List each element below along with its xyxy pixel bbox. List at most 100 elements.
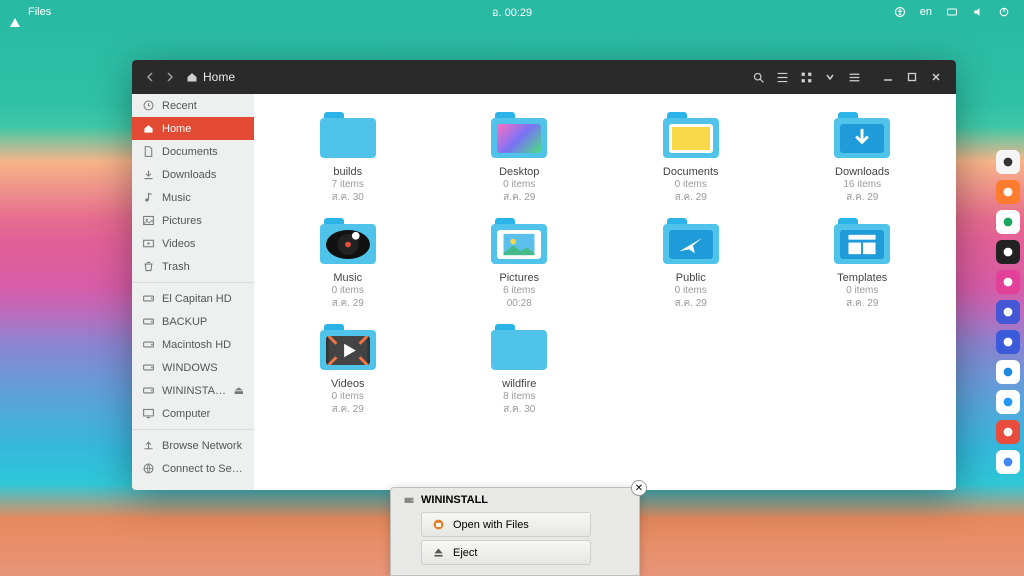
sidebar-item-pictures[interactable]: Pictures bbox=[132, 209, 254, 232]
keyboard-lang[interactable]: en bbox=[920, 6, 932, 18]
power-icon[interactable] bbox=[998, 6, 1010, 18]
eject-button[interactable]: Eject bbox=[421, 540, 591, 565]
drive-icon bbox=[142, 361, 155, 374]
sidebar-item-windows[interactable]: WINDOWS bbox=[132, 356, 254, 379]
folder-wildfire[interactable]: wildfire8 itemsส.ค. 30 bbox=[446, 324, 594, 416]
folder-meta: 0 items bbox=[332, 284, 364, 297]
sidebar-item-computer[interactable]: Computer bbox=[132, 402, 254, 425]
sidebar-item-label: Pictures bbox=[162, 215, 202, 227]
minimize-button[interactable] bbox=[877, 66, 899, 88]
sidebar-item-backup[interactable]: BACKUP bbox=[132, 310, 254, 333]
content-area[interactable]: builds7 itemsส.ค. 30Desktop0 itemsส.ค. 2… bbox=[254, 94, 956, 490]
dock-app-0[interactable] bbox=[996, 150, 1020, 174]
app-label[interactable]: Files bbox=[28, 6, 51, 18]
popup-close-button[interactable]: ✕ bbox=[631, 480, 647, 496]
folder-pictures[interactable]: Pictures6 items00:28 bbox=[446, 218, 594, 310]
video-icon bbox=[142, 237, 155, 250]
open-with-files-button[interactable]: Open with Files bbox=[421, 512, 591, 537]
folder-desktop[interactable]: Desktop0 itemsส.ค. 29 bbox=[446, 112, 594, 204]
activities-icon[interactable] bbox=[10, 6, 20, 18]
view-list-button[interactable] bbox=[771, 66, 793, 88]
dock bbox=[996, 150, 1020, 474]
sidebar-item-connect-to-server[interactable]: Connect to Server bbox=[132, 457, 254, 480]
music-icon bbox=[142, 191, 155, 204]
sidebar-item-trash[interactable]: Trash bbox=[132, 255, 254, 278]
sidebar-item-recent[interactable]: Recent bbox=[132, 94, 254, 117]
dock-app-9[interactable] bbox=[996, 420, 1020, 444]
sidebar-item-label: Music bbox=[162, 192, 191, 204]
view-grid-button[interactable] bbox=[795, 66, 817, 88]
sidebar-item-music[interactable]: Music bbox=[132, 186, 254, 209]
network-icon[interactable] bbox=[946, 6, 958, 18]
folder-name: Desktop bbox=[499, 166, 539, 178]
folder-name: Pictures bbox=[499, 272, 539, 284]
folder-templates[interactable]: Templates0 itemsส.ค. 29 bbox=[789, 218, 937, 310]
folder-name: Documents bbox=[663, 166, 719, 178]
folder-videos[interactable]: Videos0 itemsส.ค. 29 bbox=[274, 324, 422, 416]
folder-music[interactable]: Music0 itemsส.ค. 29 bbox=[274, 218, 422, 310]
mount-popup: ✕ WININSTALL Open with Files Eject bbox=[390, 487, 640, 576]
folder-meta: 16 items bbox=[843, 178, 881, 191]
dock-app-2[interactable] bbox=[996, 210, 1020, 234]
folder-meta: 0 items bbox=[675, 178, 707, 191]
folder-date: ส.ค. 29 bbox=[332, 403, 364, 416]
sidebar-item-label: Trash bbox=[162, 261, 190, 273]
dock-app-3[interactable] bbox=[996, 240, 1020, 264]
sidebar-item-downloads[interactable]: Downloads bbox=[132, 163, 254, 186]
folder-name: builds bbox=[333, 166, 362, 178]
sidebar-item-macintosh-hd[interactable]: Macintosh HD bbox=[132, 333, 254, 356]
volume-icon[interactable] bbox=[972, 6, 984, 18]
folder-name: Downloads bbox=[835, 166, 889, 178]
folder-name: Templates bbox=[837, 272, 887, 284]
folder-icon bbox=[491, 112, 547, 158]
home-icon bbox=[142, 122, 155, 135]
open-label: Open with Files bbox=[453, 519, 529, 531]
sidebar-item-wininstall[interactable]: WININSTALL⏏ bbox=[132, 379, 254, 402]
dock-app-1[interactable] bbox=[996, 180, 1020, 204]
breadcrumb-label: Home bbox=[203, 70, 235, 84]
sidebar-item-home[interactable]: Home bbox=[132, 117, 254, 140]
view-dropdown-button[interactable] bbox=[819, 66, 841, 88]
files-app-icon bbox=[432, 518, 445, 531]
folder-name: Videos bbox=[331, 378, 364, 390]
maximize-button[interactable] bbox=[901, 66, 923, 88]
search-button[interactable] bbox=[747, 66, 769, 88]
accessibility-icon[interactable] bbox=[894, 6, 906, 18]
dock-app-10[interactable] bbox=[996, 450, 1020, 474]
sidebar-item-label: Browse Network bbox=[162, 440, 242, 452]
close-button[interactable] bbox=[925, 66, 947, 88]
back-button[interactable] bbox=[140, 67, 160, 87]
folder-documents[interactable]: Documents0 itemsส.ค. 29 bbox=[617, 112, 765, 204]
folder-date: ส.ค. 29 bbox=[846, 191, 878, 204]
sidebar-item-label: WINDOWS bbox=[162, 362, 218, 374]
clock[interactable]: อ. 00:29 bbox=[492, 3, 532, 21]
eject-icon[interactable]: ⏏ bbox=[234, 384, 244, 397]
dock-app-5[interactable] bbox=[996, 300, 1020, 324]
sidebar-item-browse-network[interactable]: Browse Network bbox=[132, 434, 254, 457]
folder-name: wildfire bbox=[502, 378, 536, 390]
folder-public[interactable]: Public0 itemsส.ค. 29 bbox=[617, 218, 765, 310]
folder-date: ส.ค. 29 bbox=[675, 191, 707, 204]
folder-icon bbox=[491, 324, 547, 370]
folder-icon bbox=[320, 324, 376, 370]
sidebar-item-el-capitan-hd[interactable]: El Capitan HD bbox=[132, 287, 254, 310]
drive-icon bbox=[142, 384, 155, 397]
popup-title: WININSTALL bbox=[421, 494, 488, 506]
drive-icon bbox=[142, 292, 155, 305]
sidebar-item-videos[interactable]: Videos bbox=[132, 232, 254, 255]
sidebar-item-documents[interactable]: Documents bbox=[132, 140, 254, 163]
dock-app-8[interactable] bbox=[996, 390, 1020, 414]
folder-builds[interactable]: builds7 itemsส.ค. 30 bbox=[274, 112, 422, 204]
folder-icon bbox=[320, 218, 376, 264]
drive-icon bbox=[142, 338, 155, 351]
forward-button[interactable] bbox=[160, 67, 180, 87]
folder-meta: 0 items bbox=[503, 178, 535, 191]
dock-app-4[interactable] bbox=[996, 270, 1020, 294]
folder-downloads[interactable]: Downloads16 itemsส.ค. 29 bbox=[789, 112, 937, 204]
hamburger-menu-button[interactable] bbox=[843, 66, 865, 88]
dock-app-7[interactable] bbox=[996, 360, 1020, 384]
dock-app-6[interactable] bbox=[996, 330, 1020, 354]
breadcrumb[interactable]: Home bbox=[186, 70, 235, 84]
folder-date: ส.ค. 30 bbox=[503, 403, 535, 416]
folder-icon bbox=[834, 112, 890, 158]
